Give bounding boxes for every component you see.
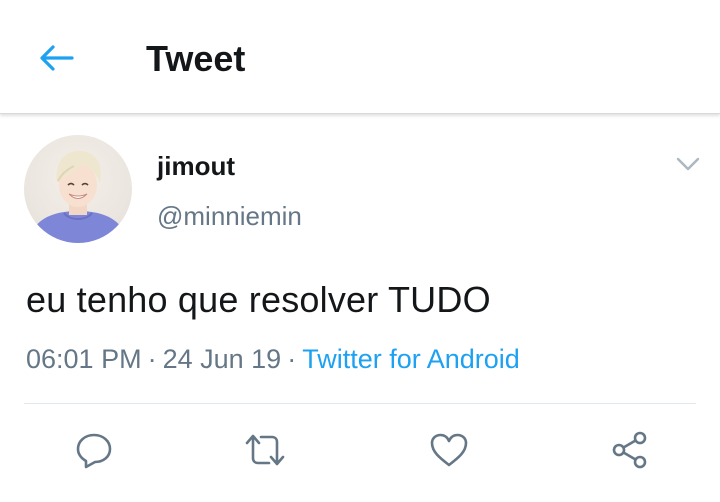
back-button[interactable] bbox=[34, 38, 78, 78]
tweet-source-link[interactable]: Twitter for Android bbox=[302, 344, 520, 374]
tweet-date: 24 Jun 19 bbox=[162, 344, 282, 374]
meta-separator: · bbox=[287, 344, 297, 374]
tweet-meta: 06:01 PM · 24 Jun 19 · Twitter for Android bbox=[26, 342, 520, 376]
user-handle[interactable]: @minniemin bbox=[157, 200, 302, 232]
tweet-time: 06:01 PM bbox=[26, 344, 142, 374]
more-options-button[interactable] bbox=[674, 152, 702, 176]
retweet-button[interactable] bbox=[243, 428, 287, 472]
meta-separator: · bbox=[147, 344, 157, 374]
profile-photo bbox=[28, 151, 128, 243]
avatar[interactable] bbox=[24, 135, 132, 243]
reply-button[interactable] bbox=[72, 428, 116, 472]
page-title: Tweet bbox=[146, 38, 246, 79]
display-name[interactable]: jimout bbox=[157, 150, 235, 182]
chevron-down-icon bbox=[676, 157, 700, 171]
reply-icon bbox=[76, 433, 112, 469]
tweet-text: eu tenho que resolver TUDO bbox=[26, 279, 491, 320]
like-icon bbox=[430, 433, 468, 467]
retweet-icon bbox=[245, 434, 285, 466]
share-icon bbox=[612, 431, 647, 469]
share-button[interactable] bbox=[608, 428, 652, 472]
app-header: Tweet bbox=[0, 0, 720, 114]
divider bbox=[24, 403, 696, 404]
arrow-left-icon bbox=[40, 45, 74, 71]
like-button[interactable] bbox=[427, 428, 471, 472]
